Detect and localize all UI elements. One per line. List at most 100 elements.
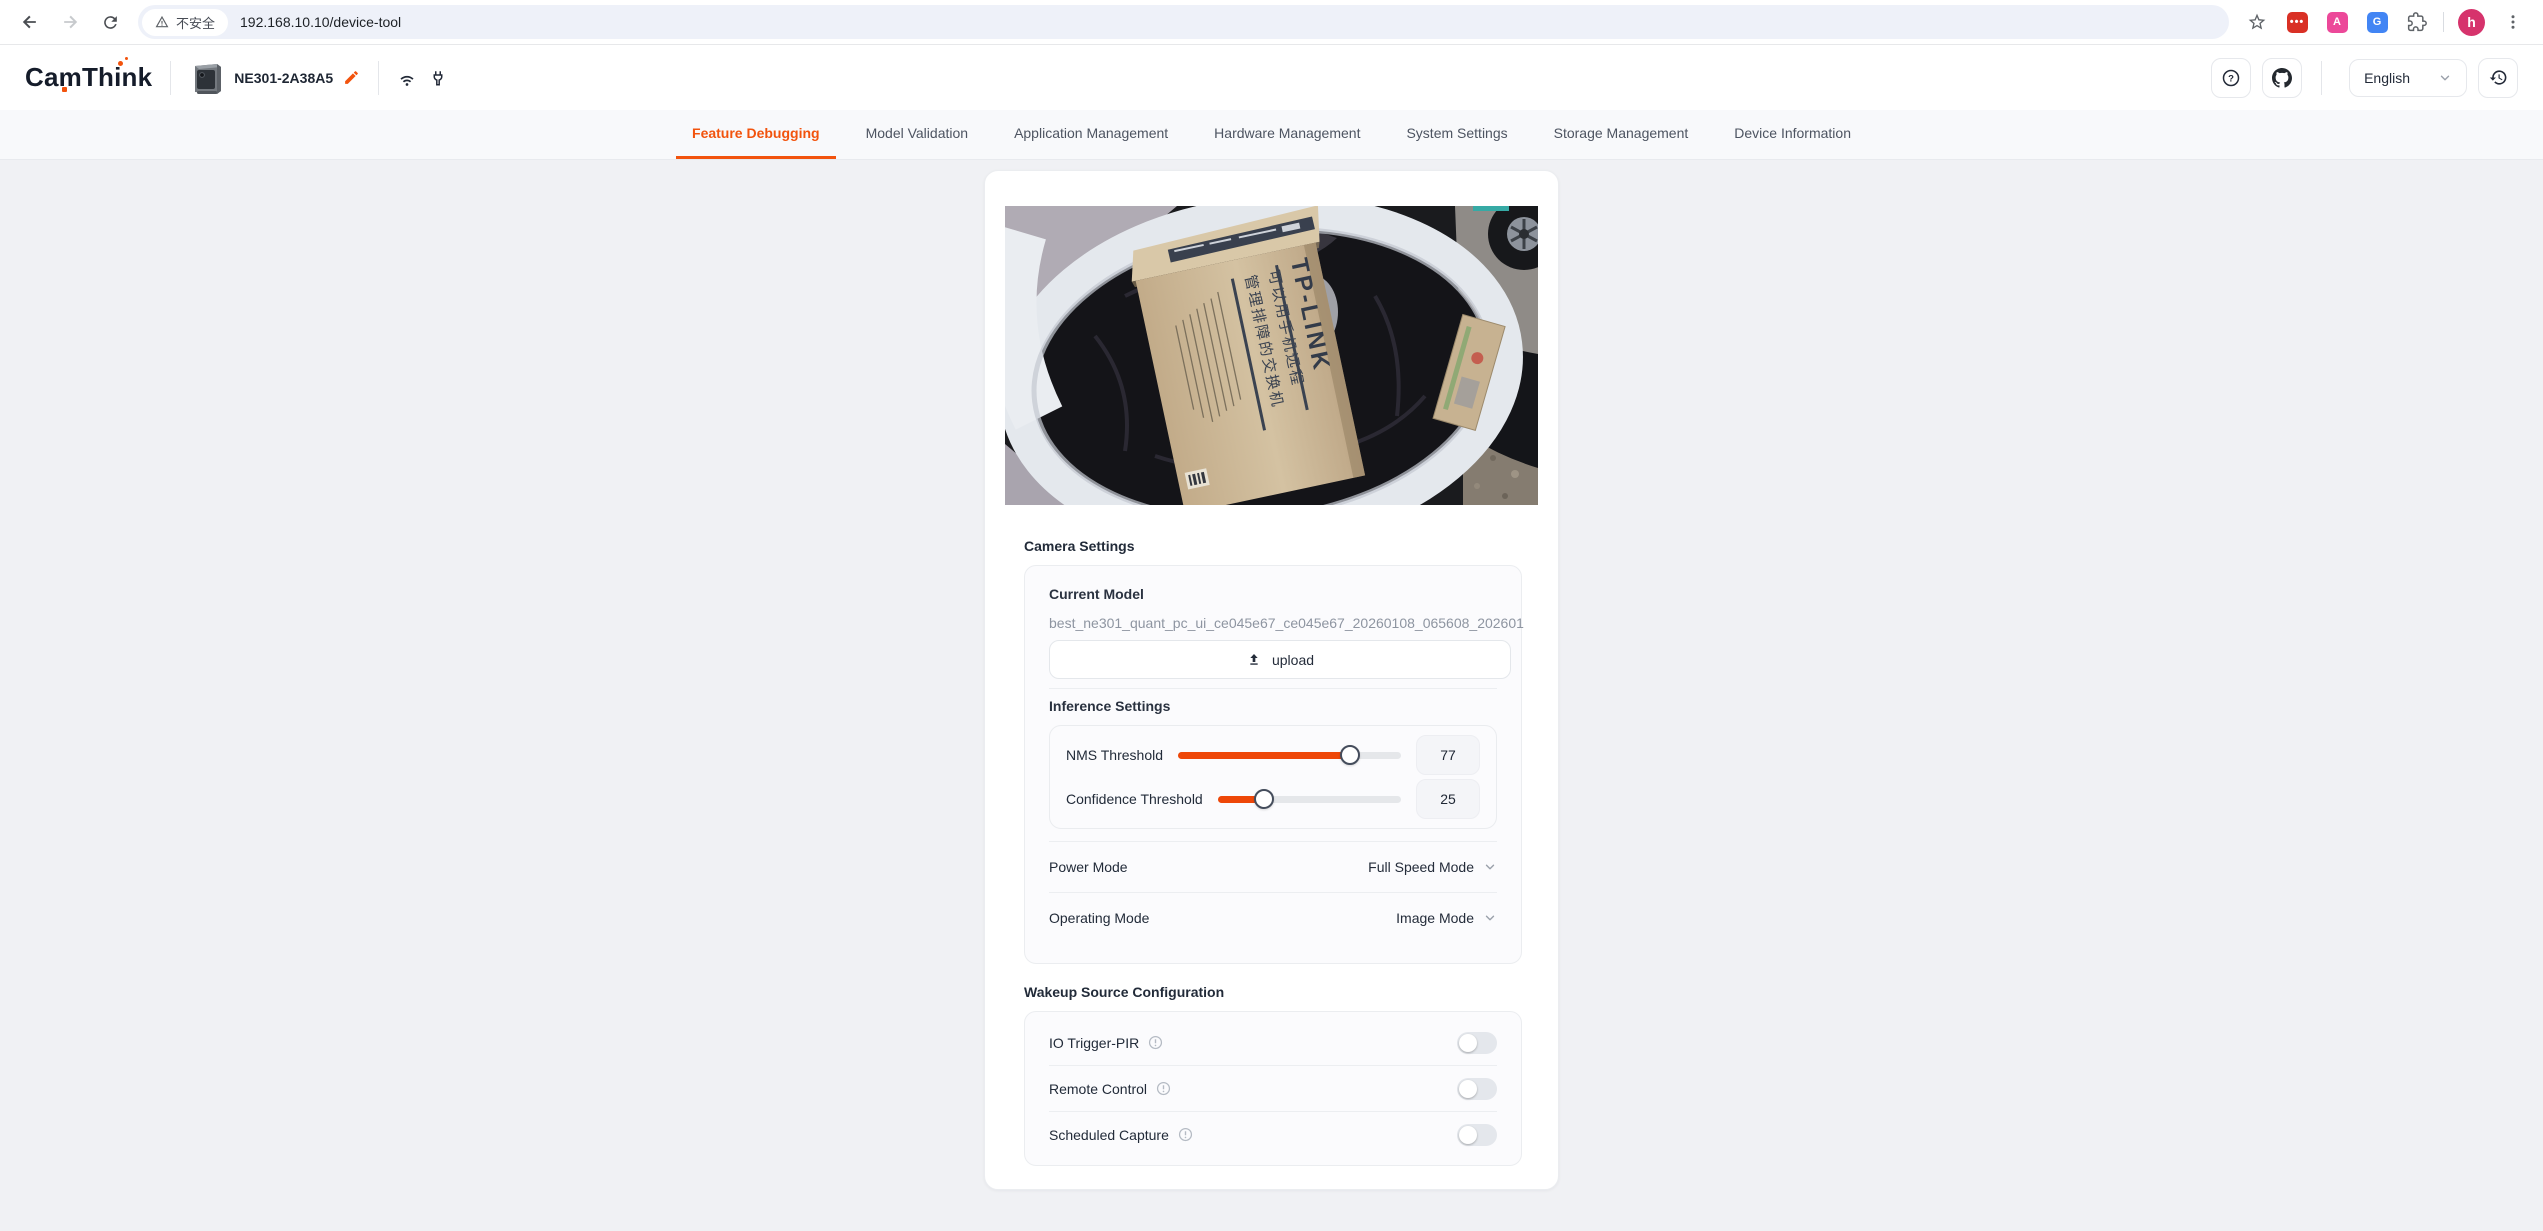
adblock-extension-icon: ••• (2287, 12, 2308, 33)
help-button[interactable]: ? (2211, 58, 2251, 98)
io-trigger-pir-row: IO Trigger-PIR (1049, 1020, 1497, 1065)
tab-system-settings[interactable]: System Settings (1390, 110, 1523, 159)
nms-threshold-row: NMS Threshold 77 (1050, 733, 1496, 777)
teal-artifact (1473, 206, 1509, 211)
power-mode-row: Power Mode Full Speed Mode (1049, 842, 1497, 892)
profile-avatar[interactable]: h (2458, 9, 2485, 36)
history-button[interactable] (2478, 58, 2518, 98)
github-icon (2272, 68, 2292, 88)
logo-text: CamThink (25, 62, 152, 92)
nav-tabs: Feature Debugging Model Validation Appli… (0, 110, 2543, 160)
camera-preview-image: TP-LINK 可以用手机远程 管理排障的交换机 (1005, 206, 1538, 505)
inference-settings-title: Inference Settings (1049, 698, 1497, 714)
chevron-down-icon (1483, 911, 1497, 925)
security-label: 不安全 (176, 13, 215, 32)
slider-fill (1178, 752, 1350, 759)
power-plug-icon (429, 68, 447, 88)
language-value: English (2364, 70, 2410, 86)
bookmark-button[interactable] (2245, 10, 2269, 34)
nms-threshold-value[interactable]: 77 (1416, 735, 1480, 775)
github-button[interactable] (2262, 58, 2302, 98)
google-translate-icon: G (2367, 12, 2388, 33)
camthink-logo: CamThink (25, 62, 152, 93)
reload-icon (101, 13, 120, 32)
extensions-button[interactable] (2405, 10, 2429, 34)
adblock-extension-button[interactable]: ••• (2285, 10, 2309, 34)
current-model-label: Current Model (1049, 586, 1497, 602)
browser-toolbar: 不安全 192.168.10.10/device-tool ••• A G h (0, 0, 2543, 45)
camera-settings-panel: Current Model best_ne301_quant_pc_ui_ce0… (1024, 565, 1522, 964)
remote-control-label: Remote Control (1049, 1081, 1147, 1097)
main-content: TP-LINK 可以用手机远程 管理排障的交换机 (0, 170, 2543, 1231)
edit-pencil-icon (343, 69, 360, 86)
info-circle-icon[interactable] (1178, 1127, 1193, 1142)
operating-mode-label: Operating Mode (1049, 910, 1149, 926)
tab-device-information[interactable]: Device Information (1718, 110, 1867, 159)
upload-button-label: upload (1272, 652, 1314, 668)
history-icon (2489, 68, 2508, 87)
operating-mode-row: Operating Mode Image Mode (1049, 893, 1497, 943)
translate-extension-button[interactable]: A (2325, 10, 2349, 34)
wakeup-title: Wakeup Source Configuration (1024, 984, 1522, 1000)
scheduled-capture-label: Scheduled Capture (1049, 1127, 1169, 1143)
confidence-threshold-slider[interactable] (1218, 796, 1401, 803)
forward-icon (60, 12, 80, 32)
svg-text:?: ? (2228, 73, 2234, 84)
tab-model-validation[interactable]: Model Validation (850, 110, 984, 159)
remote-control-row: Remote Control (1049, 1066, 1497, 1111)
google-translate-button[interactable]: G (2365, 10, 2389, 34)
tab-application-management[interactable]: Application Management (998, 110, 1184, 159)
scheduled-capture-toggle[interactable] (1457, 1124, 1497, 1146)
toggle-knob (1459, 1080, 1477, 1098)
remote-control-toggle[interactable] (1457, 1078, 1497, 1100)
device-thumbnail-icon (189, 57, 225, 99)
nms-threshold-slider[interactable] (1178, 752, 1401, 759)
edit-device-name-button[interactable] (343, 69, 360, 86)
toolbar-separator (2443, 12, 2444, 32)
scheduled-capture-row: Scheduled Capture (1049, 1112, 1497, 1157)
header-divider (378, 61, 379, 95)
browser-menu-button[interactable] (2501, 10, 2525, 34)
logo-accent-dot (118, 61, 123, 66)
toggle-knob (1459, 1126, 1477, 1144)
header-divider (170, 61, 171, 95)
operating-mode-select[interactable]: Image Mode (1396, 910, 1497, 926)
extensions-puzzle-icon (2407, 12, 2427, 32)
back-button[interactable] (13, 5, 47, 39)
confidence-threshold-value[interactable]: 25 (1416, 779, 1480, 819)
info-circle-icon[interactable] (1156, 1081, 1171, 1096)
io-trigger-pir-toggle[interactable] (1457, 1032, 1497, 1054)
url-bar[interactable]: 不安全 192.168.10.10/device-tool (138, 5, 2229, 39)
info-circle-icon[interactable] (1148, 1035, 1163, 1050)
language-select[interactable]: English (2349, 59, 2467, 97)
bookmark-star-icon (2247, 12, 2267, 32)
upload-model-button[interactable]: upload (1049, 640, 1511, 679)
power-mode-value: Full Speed Mode (1368, 859, 1474, 875)
forward-button[interactable] (53, 5, 87, 39)
help-icon: ? (2221, 68, 2241, 88)
feature-debugging-card: TP-LINK 可以用手机远程 管理排障的交换机 (984, 170, 1559, 1190)
slider-thumb[interactable] (1340, 745, 1360, 765)
divider (1049, 688, 1497, 689)
toggle-knob (1459, 1034, 1477, 1052)
tab-storage-management[interactable]: Storage Management (1538, 110, 1705, 159)
camera-preview: TP-LINK 可以用手机远程 管理排障的交换机 (1005, 206, 1538, 505)
logo-accent-dot (62, 87, 67, 92)
chevron-down-icon (1483, 860, 1497, 874)
wifi-status-icon (397, 68, 417, 88)
nms-threshold-label: NMS Threshold (1066, 747, 1163, 763)
power-mode-select[interactable]: Full Speed Mode (1368, 859, 1497, 875)
tab-feature-debugging[interactable]: Feature Debugging (676, 110, 836, 159)
site-security-chip[interactable]: 不安全 (142, 9, 228, 36)
logo-accent-dot (125, 57, 128, 60)
header-actions: ? English (2200, 58, 2518, 98)
back-icon (20, 12, 40, 32)
operating-mode-value: Image Mode (1396, 910, 1474, 926)
tab-hardware-management[interactable]: Hardware Management (1198, 110, 1376, 159)
confidence-threshold-row: Confidence Threshold 25 (1050, 777, 1496, 821)
camera-settings-title: Camera Settings (1024, 538, 1522, 554)
slider-thumb[interactable] (1254, 789, 1274, 809)
device-name: NE301-2A38A5 (234, 70, 333, 86)
power-mode-label: Power Mode (1049, 859, 1128, 875)
reload-button[interactable] (93, 5, 127, 39)
